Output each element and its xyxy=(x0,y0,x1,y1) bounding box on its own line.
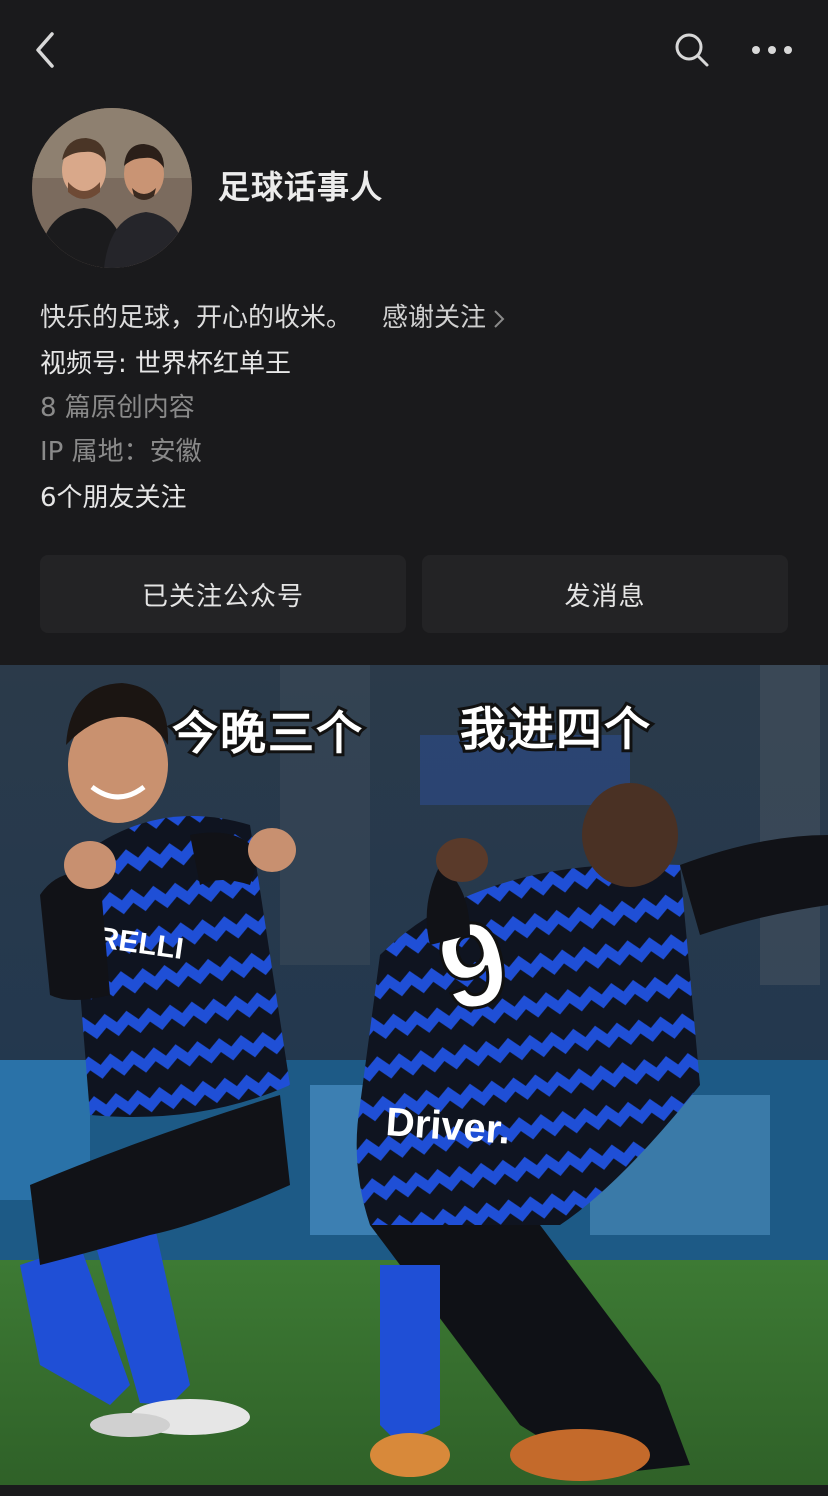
bio-text: 快乐的足球，开心的收米。 xyxy=(40,303,353,333)
search-button[interactable] xyxy=(668,26,716,74)
more-options-button[interactable] xyxy=(748,26,796,74)
meme-caption-left: 今晚三个 xyxy=(169,703,365,763)
back-button[interactable] xyxy=(20,26,68,74)
more-dots-icon xyxy=(752,46,792,54)
post-image[interactable]: 10 RELLI 9 Driver. xyxy=(0,665,828,1485)
ip-location: IP 属地：安徽 xyxy=(40,437,202,467)
thanks-link-label: 感谢关注 xyxy=(382,303,487,333)
bottom-edge xyxy=(0,1485,828,1496)
meme-caption-right: 我进四个 xyxy=(457,699,653,759)
avatar[interactable] xyxy=(32,108,192,268)
video-channel-link[interactable]: 视频号: 世界杯红单王 xyxy=(40,346,291,382)
top-navigation-bar xyxy=(0,0,828,100)
account-name: 足球话事人 xyxy=(218,168,384,206)
friends-following[interactable]: 6个朋友关注 xyxy=(40,480,187,516)
search-icon xyxy=(675,33,709,67)
account-profile: 足球话事人 快乐的足球，开心的收米。 感谢关注 视频号: 世界杯红单王 8 篇原创… xyxy=(0,100,828,665)
chevron-right-icon xyxy=(494,309,505,328)
svg-text:Driver.: Driver. xyxy=(384,1100,511,1153)
bio-row: 快乐的足球，开心的收米。 感谢关注 xyxy=(40,300,506,336)
football-celebration-image: 10 RELLI 9 Driver. xyxy=(0,665,828,1485)
chevron-left-icon xyxy=(36,32,54,68)
original-articles-count[interactable]: 8 篇原创内容 xyxy=(40,390,195,426)
avatar-image xyxy=(32,108,192,268)
send-message-button[interactable]: 发消息 xyxy=(422,555,788,633)
followed-official-account-button[interactable]: 已关注公众号 xyxy=(40,555,406,633)
thanks-link[interactable]: 感谢关注 xyxy=(382,303,506,333)
